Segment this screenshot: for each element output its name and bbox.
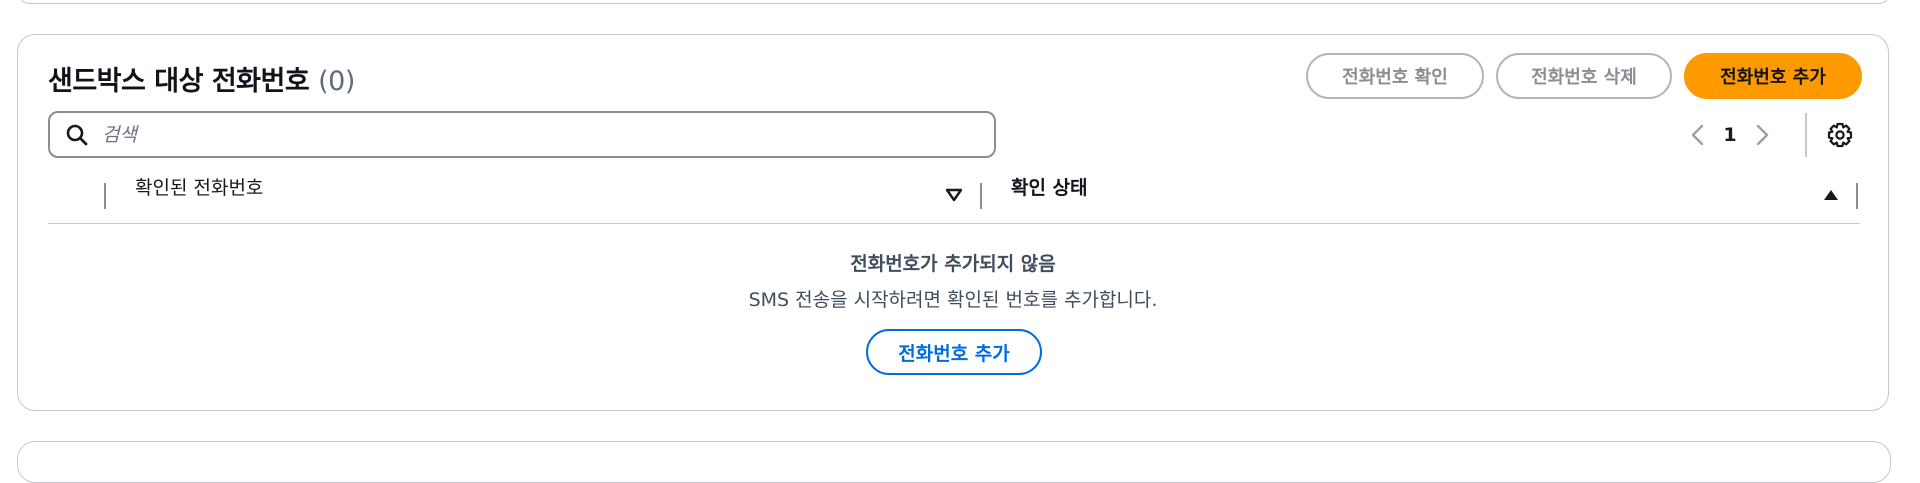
table-header-divider: [48, 223, 1860, 224]
next-panel-edge: [17, 441, 1891, 483]
empty-state-title: 전화번호가 추가되지 않음: [850, 253, 1056, 275]
chevron-left-icon[interactable]: [1688, 121, 1708, 149]
panel-title-count: (0): [318, 66, 355, 97]
column-separator: [1856, 183, 1858, 209]
empty-state-add-phone-number-button[interactable]: 전화번호 추가: [866, 329, 1042, 375]
column-separator: [980, 183, 982, 209]
panel-title: 샌드박스 대상 전화번호 (0): [48, 59, 355, 98]
sort-down-outline-icon[interactable]: [945, 187, 963, 203]
column-header-verification-status[interactable]: 확인 상태: [1011, 173, 1088, 200]
column-header-verified-number[interactable]: 확인된 전화번호: [135, 173, 263, 200]
verify-phone-number-button[interactable]: 전화번호 확인: [1306, 53, 1484, 99]
pagination: 1: [1688, 115, 1772, 155]
sandbox-phone-numbers-panel: 샌드박스 대상 전화번호 (0) 전화번호 확인 전화번호 삭제 전화번호 추가…: [17, 34, 1889, 411]
chevron-right-icon[interactable]: [1752, 121, 1772, 149]
pager-divider: [1805, 113, 1807, 157]
current-page-number[interactable]: 1: [1708, 124, 1752, 146]
empty-state-description: SMS 전송을 시작하려면 확인된 번호를 추가합니다.: [748, 289, 1158, 311]
sort-up-filled-icon[interactable]: [1822, 187, 1840, 203]
search-input[interactable]: [100, 122, 964, 147]
search-box[interactable]: [48, 111, 996, 158]
search-icon: [66, 124, 88, 145]
panel-title-text: 샌드박스 대상 전화번호: [48, 66, 310, 97]
gear-icon[interactable]: [1826, 121, 1854, 149]
add-phone-number-button[interactable]: 전화번호 추가: [1684, 53, 1862, 99]
column-separator: [104, 183, 106, 209]
previous-panel-edge: [17, 0, 1891, 4]
delete-phone-number-button[interactable]: 전화번호 삭제: [1496, 53, 1672, 99]
